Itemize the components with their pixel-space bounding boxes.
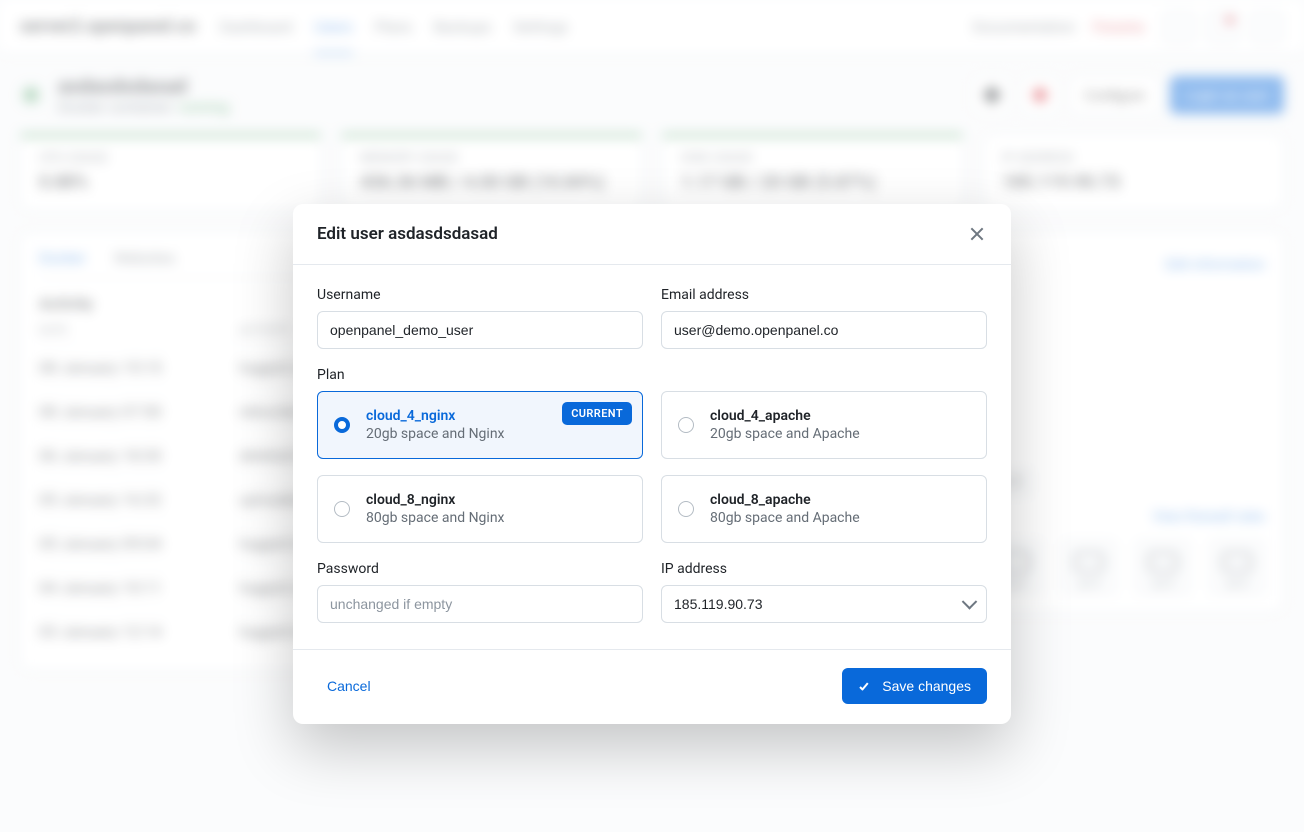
current-badge: CURRENT: [562, 402, 632, 425]
plan-desc: 20gb space and Nginx: [366, 426, 626, 442]
cancel-button[interactable]: Cancel: [317, 670, 381, 702]
password-label: Password: [317, 561, 643, 577]
radio-icon: [678, 417, 694, 433]
ip-label: IP address: [661, 561, 987, 577]
plan-desc: 80gb space and Apache: [710, 510, 970, 526]
username-field: Username: [317, 287, 643, 349]
ip-field: IP address 185.119.90.73: [661, 561, 987, 623]
save-button[interactable]: Save changes: [842, 668, 987, 704]
ip-select[interactable]: 185.119.90.73: [661, 585, 987, 623]
plan-option-cloud_4_apache[interactable]: cloud_4_apache 20gb space and Apache: [661, 391, 987, 459]
plan-label: Plan: [317, 367, 987, 383]
plan-name: cloud_8_nginx: [366, 492, 626, 508]
modal-header: Edit user asdasdsdasad: [293, 204, 1011, 265]
plan-option-cloud_8_nginx[interactable]: cloud_8_nginx 80gb space and Nginx: [317, 475, 643, 543]
close-icon[interactable]: [967, 224, 987, 244]
modal-title: Edit user asdasdsdasad: [317, 224, 498, 244]
radio-icon: [334, 501, 350, 517]
plan-section: Plan CURRENTcloud_4_nginx20gb space and …: [317, 367, 987, 543]
modal-footer: Cancel Save changes: [293, 649, 1011, 724]
radio-icon: [678, 501, 694, 517]
plan-desc: 20gb space and Apache: [710, 426, 970, 442]
username-input[interactable]: [317, 311, 643, 349]
username-label: Username: [317, 287, 643, 303]
save-button-label: Save changes: [882, 678, 971, 694]
plan-name: cloud_8_apache: [710, 492, 970, 508]
plan-option-cloud_4_nginx[interactable]: CURRENTcloud_4_nginx20gb space and Nginx: [317, 391, 643, 459]
plan-option-cloud_8_apache[interactable]: cloud_8_apache 80gb space and Apache: [661, 475, 987, 543]
email-input[interactable]: [661, 311, 987, 349]
edit-user-modal: Edit user asdasdsdasad Username Email ad…: [293, 204, 1011, 724]
email-label: Email address: [661, 287, 987, 303]
plan-name: cloud_4_apache: [710, 408, 970, 424]
password-input[interactable]: [317, 585, 643, 623]
email-field: Email address: [661, 287, 987, 349]
plan-desc: 80gb space and Nginx: [366, 510, 626, 526]
check-icon: [858, 679, 873, 694]
password-field: Password: [317, 561, 643, 623]
radio-icon: [334, 417, 350, 433]
